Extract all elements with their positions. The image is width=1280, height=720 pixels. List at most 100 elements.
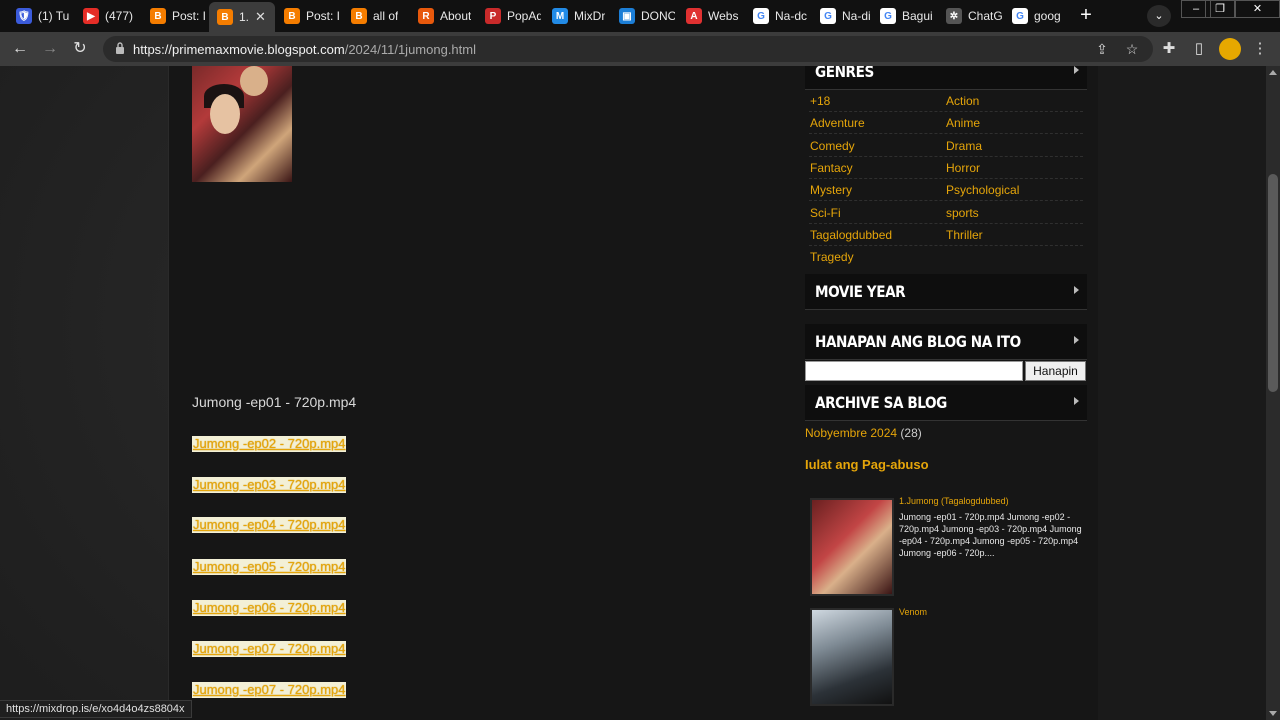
blog-search-input[interactable] <box>805 361 1023 381</box>
new-tab-icon[interactable]: + <box>1073 4 1099 28</box>
tab-title: PopAd <box>507 9 541 23</box>
browser-tab[interactable]: G Bagui <box>872 4 936 28</box>
google-icon: G <box>753 8 769 24</box>
search-widget-header[interactable]: HANAPAN ANG BLOG NA ITO <box>805 324 1087 360</box>
tab-search-icon[interactable]: ⌄ <box>1147 5 1171 27</box>
tab-title: 1. <box>239 10 250 24</box>
genre-link[interactable]: Tagalogdubbed <box>810 228 892 242</box>
browser-tab[interactable]: B 1. ✕ <box>209 2 275 32</box>
share-icon[interactable]: ⇪ <box>1093 40 1111 58</box>
browser-tab[interactable]: B Post: I <box>142 4 206 28</box>
genre-link[interactable]: Anime <box>946 116 980 130</box>
chatgpt-icon: ✲ <box>946 8 962 24</box>
address-bar[interactable]: https://primemaxmovie.blogspot.com/2024/… <box>103 36 1153 62</box>
lock-icon <box>116 42 124 54</box>
movie-year-widget-header[interactable]: MOVIE YEAR <box>805 274 1087 310</box>
blogger-icon: B <box>150 8 166 24</box>
bookmark-star-icon[interactable]: ☆ <box>1123 40 1141 58</box>
profile-avatar[interactable] <box>1219 38 1241 60</box>
youtube-icon: ▶ <box>83 8 99 24</box>
browser-tab[interactable]: B Post: I <box>276 4 340 28</box>
tab-strip: 🛡 (1) Tu ▶ (477) B Post: I B 1. ✕ B Post: I Ball of… <box>0 0 1280 32</box>
genre-link[interactable]: +18 <box>810 94 830 108</box>
browser-tab[interactable]: 🛡 (1) Tu <box>8 4 72 28</box>
caret-right-icon <box>1074 397 1079 405</box>
tab-title: MixDr <box>574 9 606 23</box>
forward-icon[interactable]: → <box>39 38 61 60</box>
genre-link[interactable]: Adventure <box>810 116 865 130</box>
shield-icon: 🛡 <box>16 8 32 24</box>
close-tab-icon[interactable]: ✕ <box>255 9 266 25</box>
episode-link[interactable]: Jumong -ep04 - 720p.mp4 <box>192 517 347 533</box>
url-text: https://primemaxmovie.blogspot.com/2024/… <box>133 42 476 57</box>
episode-link[interactable]: Jumong -ep02 - 720p.mp4 <box>192 436 347 452</box>
tab-title: all of <box>373 9 399 23</box>
back-icon[interactable]: ← <box>9 38 31 60</box>
page-scrollbar[interactable] <box>1266 66 1280 720</box>
tab-title: Post: I <box>306 9 340 23</box>
browser-tab[interactable]: Ggoog <box>1004 4 1068 28</box>
browser-tab[interactable]: ▶ (477) <box>75 4 139 28</box>
restore-icon[interactable]: ❐ <box>1205 0 1235 18</box>
episode-link[interactable]: Jumong -ep05 - 720p.mp4 <box>192 559 347 575</box>
tab-title: (1) Tu <box>38 9 70 23</box>
browser-tab[interactable]: ✲ ChatG <box>938 4 1002 28</box>
archive-widget-header[interactable]: ARCHIVE SA BLOG <box>805 385 1087 421</box>
genre-link[interactable]: Psychological <box>946 183 1019 197</box>
close-window-icon[interactable]: ✕ <box>1235 0 1280 18</box>
caret-right-icon <box>1074 286 1079 294</box>
search-title: HANAPAN ANG BLOG NA ITO <box>815 332 1021 351</box>
browser-tab[interactable]: ▣ DONO <box>611 4 675 28</box>
a-logo-icon: A <box>686 8 702 24</box>
genre-link[interactable]: Horror <box>946 161 980 175</box>
popular-post-title[interactable]: 1.Jumong (Tagalogdubbed) <box>899 496 1009 506</box>
reload-icon[interactable]: ↻ <box>69 38 91 60</box>
r-logo-icon: R <box>418 8 434 24</box>
episode-link[interactable]: Jumong -ep03 - 720p.mp4 <box>192 477 347 493</box>
movie-year-title: MOVIE YEAR <box>815 282 906 301</box>
genre-link[interactable]: Fantacy <box>810 161 853 175</box>
genre-link[interactable]: Sci-Fi <box>810 206 841 220</box>
browser-tab[interactable]: P PopAd <box>477 4 541 28</box>
episode-link[interactable]: Jumong -ep07 - 720p.mp4 <box>192 682 347 698</box>
genre-link[interactable]: Mystery <box>810 183 852 197</box>
genre-link[interactable]: Drama <box>946 139 982 153</box>
menu-kebab-icon[interactable]: ⋮ <box>1250 39 1270 59</box>
tab-title: (477) <box>105 9 134 23</box>
popular-post-thumbnail[interactable] <box>810 608 894 706</box>
browser-tab[interactable]: R About <box>410 4 474 28</box>
scroll-down-icon[interactable] <box>1269 711 1277 716</box>
genre-link[interactable]: Comedy <box>810 139 855 153</box>
jumong-poster-image <box>192 66 292 182</box>
genres-widget-header[interactable]: GENRES <box>805 66 1087 90</box>
popular-post-thumbnail[interactable] <box>810 498 894 596</box>
browser-toolbar: ← → ↻ https://primemaxmovie.blogspot.com… <box>0 32 1280 66</box>
genre-link[interactable]: sports <box>946 206 979 220</box>
browser-tab[interactable]: A Webs <box>678 4 742 28</box>
browser-tab[interactable]: G Na-di <box>812 4 876 28</box>
popular-post-title[interactable]: Venom <box>899 607 927 617</box>
blogger-icon: B <box>217 9 233 25</box>
extensions-puzzle-icon[interactable]: ✚ <box>1159 39 1179 59</box>
side-panel-icon[interactable]: ▯ <box>1189 39 1209 59</box>
report-abuse-link[interactable]: Iulat ang Pag-abuso <box>805 457 929 472</box>
episode-link[interactable]: Jumong -ep07 - 720p.mp4 <box>192 641 347 657</box>
scrollbar-thumb[interactable] <box>1268 174 1278 392</box>
mixdrop-icon: M <box>552 8 568 24</box>
tab-title: ChatG <box>968 9 1002 23</box>
popads-icon: P <box>485 8 501 24</box>
browser-tab[interactable]: G Na-dc <box>745 4 809 28</box>
browser-tab[interactable]: M MixDr <box>544 4 608 28</box>
google-icon: G <box>880 8 896 24</box>
tab-title: goog <box>1034 9 1061 23</box>
genre-link[interactable]: Action <box>946 94 979 108</box>
archive-month-link[interactable]: Nobyembre 2024 (28) <box>805 426 922 440</box>
genre-link[interactable]: Tragedy <box>810 250 854 264</box>
caret-right-icon <box>1074 336 1079 344</box>
genre-link[interactable]: Thriller <box>946 228 983 242</box>
scroll-up-icon[interactable] <box>1269 70 1277 75</box>
browser-tab[interactable]: Ball of <box>343 4 407 28</box>
search-button[interactable]: Hanapin <box>1025 361 1086 381</box>
episode-link[interactable]: Jumong -ep06 - 720p.mp4 <box>192 600 347 616</box>
tab-title: DONO <box>641 9 675 23</box>
